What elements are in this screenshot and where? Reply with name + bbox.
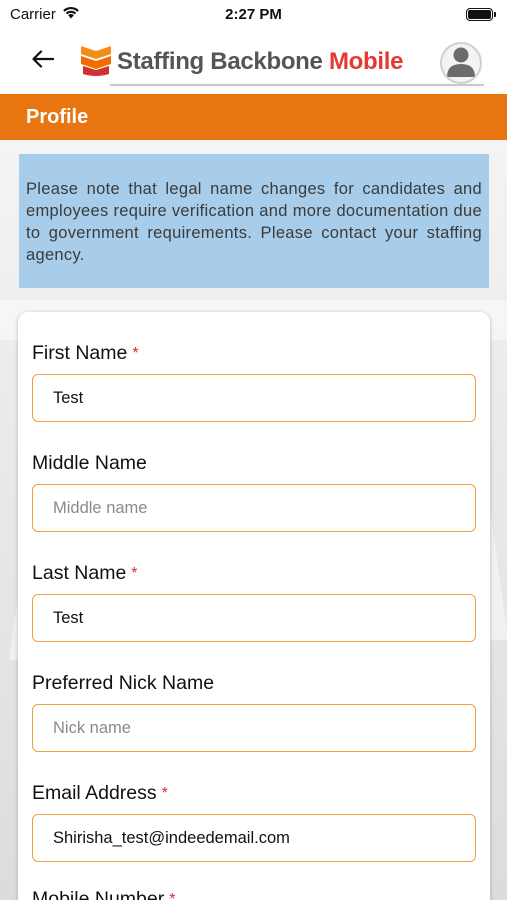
arrow-left-icon <box>32 49 55 73</box>
profile-avatar-button[interactable] <box>440 42 482 84</box>
status-left: Carrier <box>10 6 80 23</box>
logo-mark-icon <box>78 42 114 83</box>
back-button[interactable] <box>28 46 58 76</box>
user-avatar-icon <box>444 44 478 82</box>
middle-name-label: Middle Name <box>32 452 147 474</box>
nick-name-input[interactable] <box>32 704 476 752</box>
mobile-number-label: Mobile Number * <box>32 888 175 900</box>
email-input[interactable] <box>32 814 476 862</box>
logo-divider <box>110 84 484 86</box>
required-marker: * <box>161 784 168 802</box>
battery-icon <box>466 7 496 21</box>
last-name-label: Last Name * <box>32 562 138 584</box>
first-name-label: First Name * <box>32 342 139 364</box>
page-title: Profile <box>0 94 507 140</box>
nick-name-label: Preferred Nick Name <box>32 672 215 694</box>
app-logo: Staffing Backbone Mobile <box>78 42 403 82</box>
last-name-input[interactable] <box>32 594 476 642</box>
email-label: Email Address * <box>32 782 168 804</box>
status-bar: Carrier 2:27 PM <box>0 0 507 28</box>
required-marker: * <box>169 890 176 900</box>
carrier-label: Carrier <box>10 5 56 23</box>
legal-name-notice: Please note that legal name changes for … <box>19 154 489 288</box>
nav-bar: Staffing Backbone Mobile <box>0 28 507 92</box>
wifi-icon <box>62 6 80 23</box>
logo-text: Staffing Backbone Mobile <box>117 48 404 75</box>
required-marker: * <box>132 344 139 362</box>
required-marker: * <box>131 564 138 582</box>
profile-form: First Name* Middle Name Last Name* Prefe… <box>18 312 490 900</box>
first-name-input[interactable] <box>32 374 476 422</box>
middle-name-input[interactable] <box>32 484 476 532</box>
